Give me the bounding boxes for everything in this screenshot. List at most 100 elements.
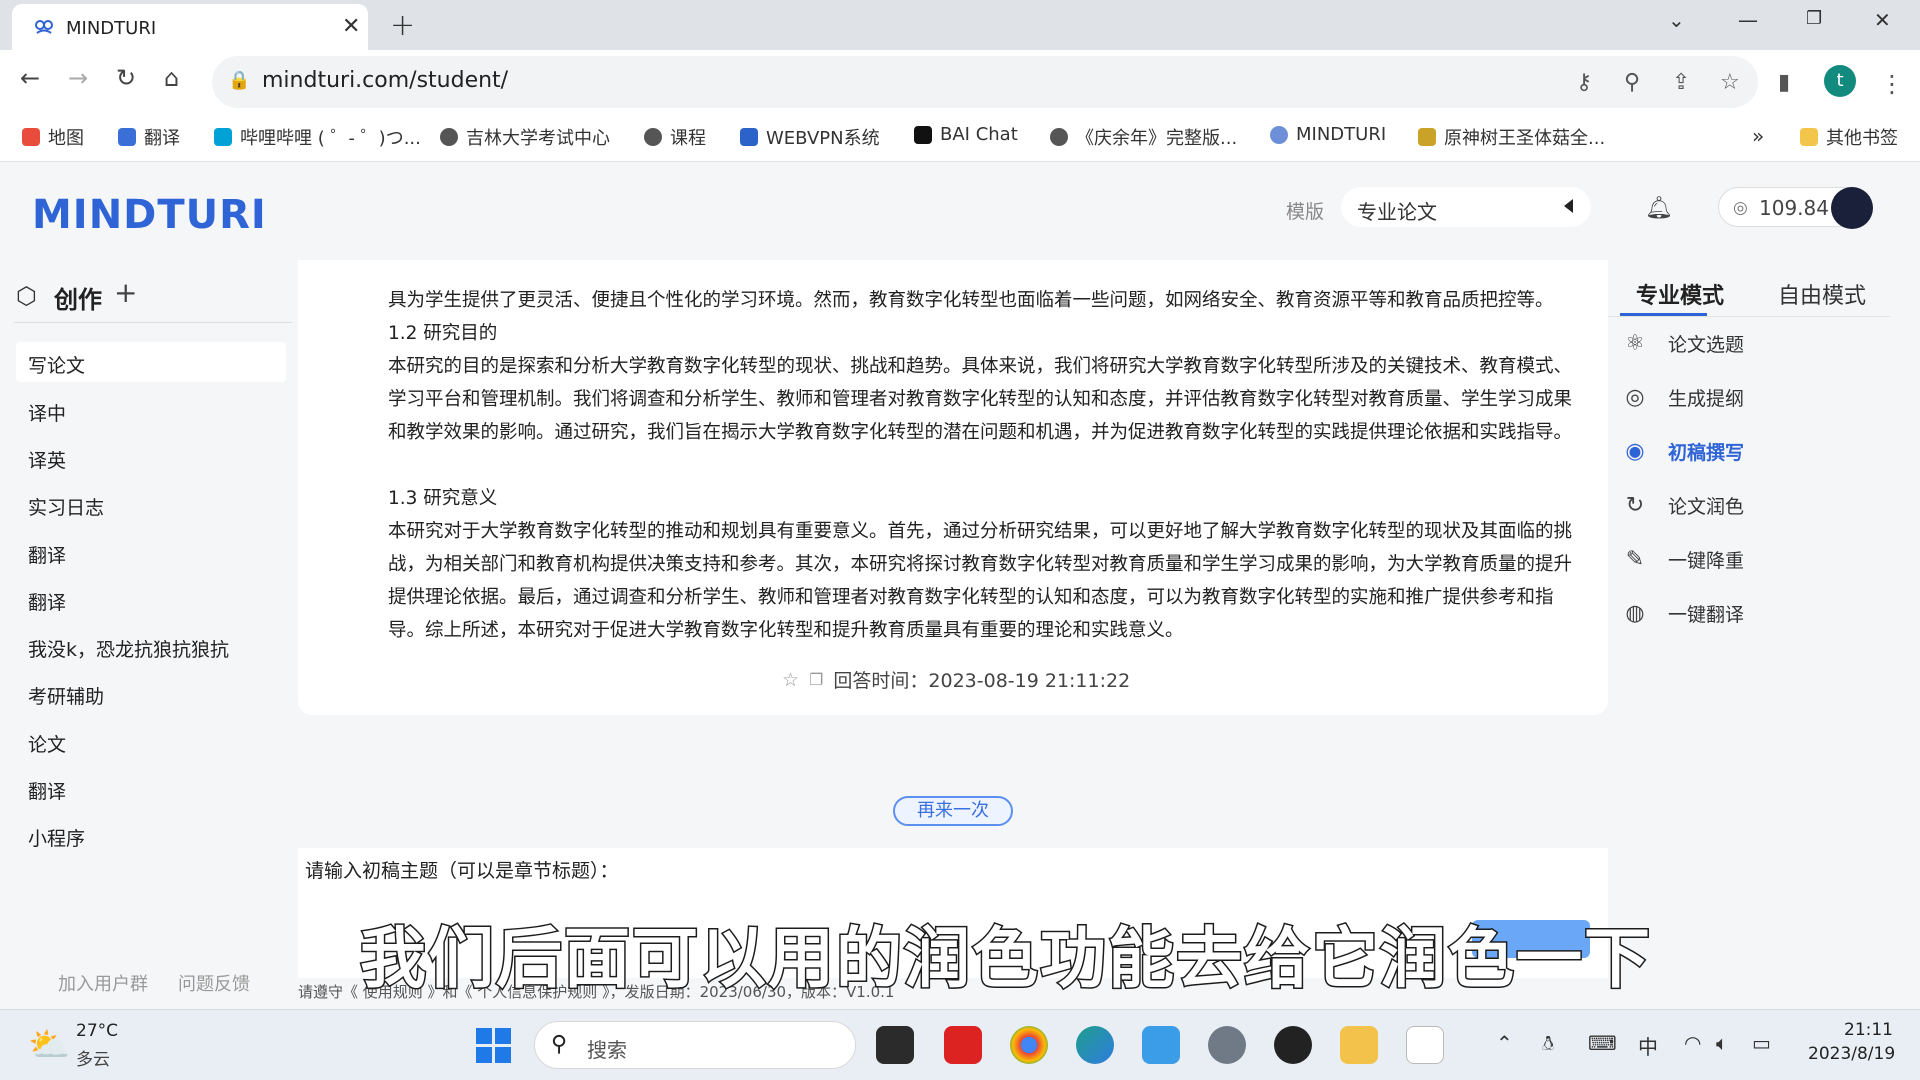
clock-date[interactable]: 2023/8/19 [1808,1044,1895,1064]
clock-time[interactable]: 21:11 [1844,1020,1893,1040]
bookmark-star-icon[interactable]: ☆ [1720,70,1740,95]
taskbar-app-recorder[interactable] [1274,1026,1312,1064]
bookmark-qingyunian[interactable]: 《庆余年》完整版... [1050,124,1237,150]
bilibili-icon [214,128,232,146]
other-bookmarks[interactable]: 其他书签 [1800,124,1898,150]
bookmark-translate[interactable]: 翻译 [118,124,180,150]
tab-search-chevron-icon[interactable]: ⌄ [1668,8,1685,32]
sidebar-item[interactable]: 我没k，恐龙抗狼抗狼抗 [16,626,286,666]
tab-pro-mode[interactable]: 专业模式 [1636,278,1724,310]
tool-generate-outline[interactable]: ◎ 生成提纲 [1622,384,1744,411]
key-icon[interactable]: ⚷ [1576,70,1592,95]
bookmark-bilibili[interactable]: 哔哩哔哩 ( ゜- ゜)つ... [214,124,421,150]
search-placeholder: 搜索 [587,1038,627,1062]
star-icon[interactable]: ☆ [782,669,799,691]
sidebar-item-write-paper[interactable]: 写论文 [16,342,286,382]
back-icon[interactable]: ← [20,64,40,92]
taskbar-app-edge[interactable] [1076,1026,1114,1064]
sidebar-item[interactable]: 实习日志 [16,484,286,524]
taskbar-app-explorer[interactable] [1340,1026,1378,1064]
credits-badge[interactable]: ◎ 109.84 [1718,187,1873,229]
home-icon[interactable]: ⌂ [164,64,179,92]
bookmark-jlu-exam[interactable]: 吉林大学考试中心 [440,124,610,150]
share-icon[interactable]: ⇪ [1672,70,1690,95]
menu-kebab-icon[interactable]: ⋮ [1880,70,1904,98]
bookmark-mindturi[interactable]: MINDTURI [1270,124,1386,145]
weather-cloud-icon[interactable]: ⛅ [28,1025,70,1065]
weather-temp[interactable]: 27°C [76,1021,118,1041]
taskbar-app-wps[interactable] [944,1026,982,1064]
user-avatar[interactable] [1831,187,1873,229]
add-icon[interactable]: + [114,276,137,309]
bookmark-webvpn[interactable]: WEBVPN系统 [740,124,880,150]
ime-indicator[interactable]: 中 [1638,1031,1658,1060]
bell-icon[interactable]: 🔔︎ [1645,196,1673,221]
battery-icon[interactable]: ▭ [1752,1031,1771,1055]
bookmark-bai-chat[interactable]: BAI Chat [914,124,1018,145]
sidebar-item[interactable]: 翻译 [16,768,286,808]
sidebar-item[interactable]: 考研辅助 [16,673,286,713]
sidebar-item[interactable]: 翻译 [16,579,286,619]
video-subtitle: 我们后面可以用的润色功能去给它润色一下 [359,919,1652,999]
template-label: 模版 [1286,201,1325,223]
copy-icon[interactable]: ❐ [809,670,823,689]
profile-avatar[interactable]: t [1824,65,1856,97]
retry-button[interactable]: 再来一次 [893,796,1013,826]
sidebar-item[interactable]: 翻译 [16,532,286,572]
globe-icon [1050,128,1068,146]
sidebar-item[interactable]: 小程序 [16,815,286,855]
bai-chat-icon [914,125,932,144]
taskbar-app-chrome[interactable] [1010,1026,1048,1064]
tool-polish[interactable]: ↻ 论文润色 [1622,492,1744,519]
keyboard-icon[interactable]: ⌨ [1588,1031,1617,1055]
reload-icon[interactable]: ↻ [116,64,136,92]
forward-icon[interactable]: → [68,64,88,92]
maps-icon [22,128,40,146]
taskbar-app-notepad[interactable] [1142,1026,1180,1064]
weather-desc[interactable]: 多云 [76,1045,110,1070]
tray-overflow-icon[interactable]: ⌃ [1496,1031,1513,1055]
sidebar-item[interactable]: 译英 [16,437,286,477]
sidebar-divider [14,322,292,323]
mode-tabs-divider [1608,316,1890,317]
mindturi-logo[interactable]: MINDTURI [32,192,267,238]
zoom-icon[interactable]: ⚲ [1624,70,1640,95]
tool-topic-selection[interactable]: ⚛ 论文选题 [1622,330,1744,357]
bookmarks-overflow-icon[interactable]: » [1752,124,1764,148]
qq-icon[interactable]: 🐧︎ [1542,1031,1554,1058]
coin-icon: ◎ [1733,198,1748,218]
bookmark-genshin[interactable]: 原神树王圣体菇全... [1418,124,1605,150]
new-tab-button[interactable]: + [390,8,415,43]
taskbar-search[interactable]: ⚲ 搜索 [534,1021,856,1069]
restore-button[interactable]: ❐ [1806,8,1822,29]
tool-draft-writing[interactable]: ◉ 初稿撰写 [1622,438,1744,465]
bookmark-courses[interactable]: 课程 [644,124,706,150]
side-panel-icon[interactable]: ▮ [1778,70,1790,95]
sidebar-item[interactable]: 论文 [16,721,286,761]
feedback-link[interactable]: 问题反馈 [178,970,250,996]
close-tab-icon[interactable]: ✕ [342,14,360,39]
join-user-group-link[interactable]: 加入用户群 [58,970,148,996]
close-window-button[interactable]: ✕ [1874,8,1891,32]
taskbar-app-file[interactable] [1406,1026,1444,1064]
answer-card: 具为学生提供了更灵活、便捷且个性化的学习环境。然而，教育数字化转型也面临着一些问… [298,260,1608,715]
answer-paragraph: 本研究的目的是探索和分析大学教育数字化转型的现状、挑战和趋势。具体来说，我们将研… [388,356,1573,443]
webvpn-icon [740,128,758,146]
taskbar-app-settings[interactable] [1208,1026,1246,1064]
template-select[interactable]: 专业论文 [1341,187,1591,227]
wifi-icon[interactable]: ◠ [1684,1031,1701,1055]
credits-value: 109.84 [1759,196,1829,220]
minimize-button[interactable]: — [1738,8,1758,32]
section-heading: 1.2 研究目的 [388,323,498,344]
taskbar-app-terminal[interactable] [876,1026,914,1064]
answer-time: 回答时间：2023-08-19 21:11:22 [833,670,1131,692]
windows-start-icon[interactable] [476,1028,512,1064]
bookmark-maps[interactable]: 地图 [22,124,84,150]
tab-free-mode[interactable]: 自由模式 [1778,278,1866,310]
sidebar-item[interactable]: 译中 [16,390,286,430]
tool-reduce-duplication[interactable]: ✎ 一键降重 [1622,546,1744,573]
address-bar[interactable]: 🔒 mindturi.com/student/ [212,56,1758,108]
tool-translate[interactable]: ◍ 一键翻译 [1622,600,1744,627]
browser-tab[interactable]: MINDTURI ✕ [12,4,368,50]
volume-icon[interactable]: 🔈︎ [1716,1031,1728,1055]
